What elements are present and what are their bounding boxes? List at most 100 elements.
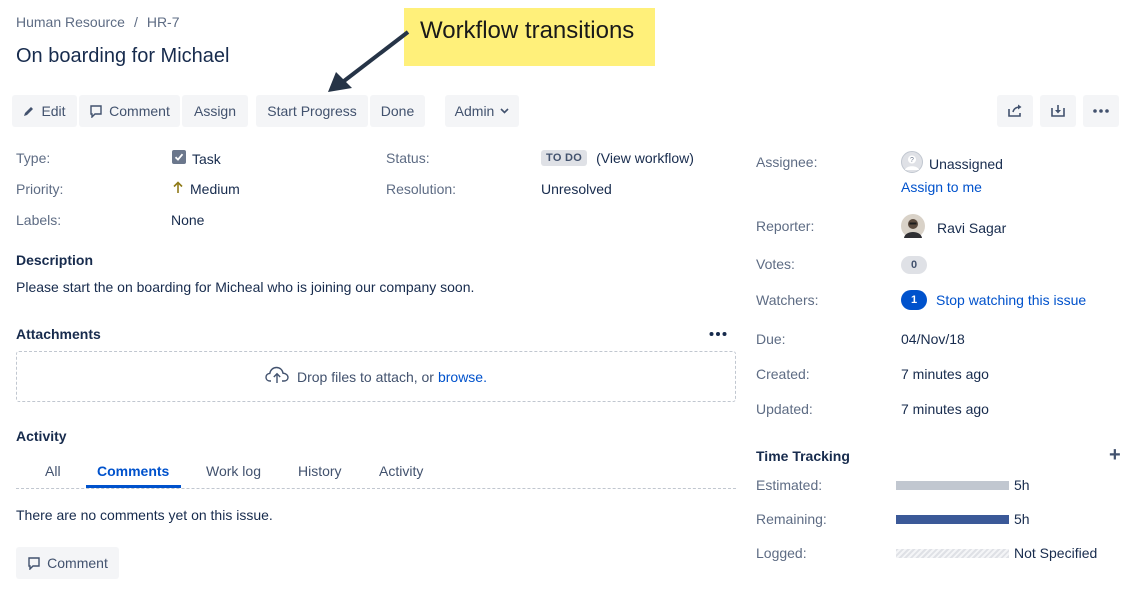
created-label: Created:	[756, 366, 810, 382]
labels-label: Labels:	[16, 212, 62, 228]
due-label: Due:	[756, 331, 786, 347]
priority-label: Priority:	[16, 181, 64, 197]
admin-dropdown[interactable]: Admin	[445, 95, 519, 127]
watchers-value: 1 Stop watching this issue	[901, 290, 1086, 310]
callout-arrow	[328, 30, 410, 92]
attachments-more-button[interactable]	[709, 324, 727, 340]
priority-value: Medium	[172, 181, 240, 197]
done-button-label: Done	[380, 103, 415, 119]
estimated-bar	[896, 481, 1009, 490]
remaining-label: Remaining:	[756, 511, 827, 527]
tab-work-log[interactable]: Work log	[206, 463, 261, 479]
logged-label: Logged:	[756, 545, 807, 561]
attachments-heading: Attachments	[16, 326, 101, 342]
share-icon	[1007, 104, 1023, 118]
estimated-value: 5h	[1014, 477, 1030, 493]
more-actions-button[interactable]	[1083, 95, 1119, 127]
watchers-count-badge: 1	[901, 290, 927, 310]
plus-icon[interactable]: +	[1109, 445, 1121, 465]
comment-button-label: Comment	[109, 103, 170, 119]
remaining-bar-fill	[896, 515, 1009, 524]
reporter-label: Reporter:	[756, 218, 815, 234]
resolution-label: Resolution:	[386, 181, 457, 197]
add-comment-button[interactable]: Comment	[16, 547, 119, 579]
export-button[interactable]	[1040, 95, 1076, 127]
pencil-icon	[23, 105, 35, 117]
comment-button[interactable]: Comment	[79, 95, 180, 127]
breadcrumb-issue-key-link[interactable]: HR-7	[147, 14, 180, 30]
logged-bar	[896, 549, 1009, 558]
tab-history[interactable]: History	[298, 463, 342, 479]
admin-dropdown-label: Admin	[454, 103, 495, 119]
page-title: On boarding for Michael	[16, 45, 230, 67]
logged-value: Not Specified	[1014, 545, 1098, 561]
browse-link[interactable]: browse.	[438, 369, 487, 385]
breadcrumb: Human Resource / HR-7	[16, 14, 180, 30]
more-icon	[1093, 109, 1109, 113]
share-button[interactable]	[997, 95, 1033, 127]
resolution-value: Unresolved	[541, 181, 612, 197]
assign-button[interactable]: Assign	[182, 95, 248, 127]
votes-value[interactable]: 0	[901, 255, 927, 274]
estimated-bar-fill	[896, 481, 1009, 490]
assign-to-me-link[interactable]: Assign to me	[901, 179, 982, 195]
updated-value: 7 minutes ago	[901, 401, 989, 417]
more-icon	[709, 324, 727, 340]
votes-count-badge: 0	[901, 256, 927, 274]
svg-text:?: ?	[910, 157, 914, 164]
labels-value: None	[171, 212, 205, 228]
type-value: Task	[172, 150, 221, 167]
done-button[interactable]: Done	[370, 95, 425, 127]
drop-files-text: Drop files to attach, or	[297, 368, 434, 385]
avatar: ?	[901, 151, 923, 176]
description-heading: Description	[16, 252, 94, 268]
export-icon	[1051, 104, 1065, 118]
type-value-text: Task	[192, 150, 221, 167]
time-tracking-heading: Time Tracking	[756, 448, 850, 464]
assignee-value: ? Unassigned	[901, 151, 1003, 176]
remaining-bar	[896, 515, 1009, 524]
status-label: Status:	[386, 150, 430, 166]
description-text[interactable]: Please start the on boarding for Micheal…	[16, 279, 474, 295]
priority-value-text: Medium	[190, 181, 240, 197]
checkbox-icon	[172, 150, 186, 167]
tab-comments[interactable]: Comments	[97, 463, 169, 479]
start-progress-button[interactable]: Start Progress	[256, 95, 368, 127]
assignee-value-text: Unassigned	[929, 155, 1003, 172]
avatar	[901, 214, 925, 241]
estimated-label: Estimated:	[756, 477, 823, 493]
watchers-label: Watchers:	[756, 292, 819, 308]
activity-heading: Activity	[16, 428, 67, 444]
tabs-divider	[16, 488, 736, 489]
type-label: Type:	[16, 150, 51, 166]
arrow-up-icon	[172, 181, 184, 197]
updated-label: Updated:	[756, 401, 813, 417]
reporter-value-text: Ravi Sagar	[937, 219, 1007, 236]
edit-button[interactable]: Edit	[12, 95, 77, 127]
attachment-dropzone[interactable]: Drop files to attach, or browse.	[16, 351, 736, 402]
callout-annotation: Workflow transitions	[404, 8, 655, 66]
due-value: 04/Nov/18	[901, 331, 965, 347]
active-tab-indicator	[86, 485, 181, 488]
status-value: TO DO (View workflow)	[541, 150, 694, 166]
remaining-value: 5h	[1014, 511, 1030, 527]
speech-bubble-icon	[27, 556, 41, 570]
votes-label: Votes:	[756, 256, 795, 272]
no-comments-text: There are no comments yet on this issue.	[16, 507, 273, 523]
start-progress-button-label: Start Progress	[267, 103, 357, 119]
created-value: 7 minutes ago	[901, 366, 989, 382]
edit-button-label: Edit	[41, 103, 66, 119]
status-badge: TO DO	[541, 150, 588, 166]
stop-watching-link[interactable]: Stop watching this issue	[936, 292, 1086, 308]
reporter-value: Ravi Sagar	[901, 214, 1006, 241]
breadcrumb-project-link[interactable]: Human Resource	[16, 14, 125, 30]
breadcrumb-separator: /	[133, 14, 138, 30]
tab-activity[interactable]: Activity	[379, 463, 423, 479]
chevron-down-icon	[500, 108, 509, 114]
speech-bubble-icon	[89, 104, 103, 118]
assignee-label: Assignee:	[756, 154, 818, 170]
view-workflow-link[interactable]: (View workflow)	[596, 150, 694, 166]
tab-all[interactable]: All	[45, 463, 61, 479]
assign-button-label: Assign	[193, 103, 237, 119]
add-comment-button-label: Comment	[47, 555, 108, 571]
